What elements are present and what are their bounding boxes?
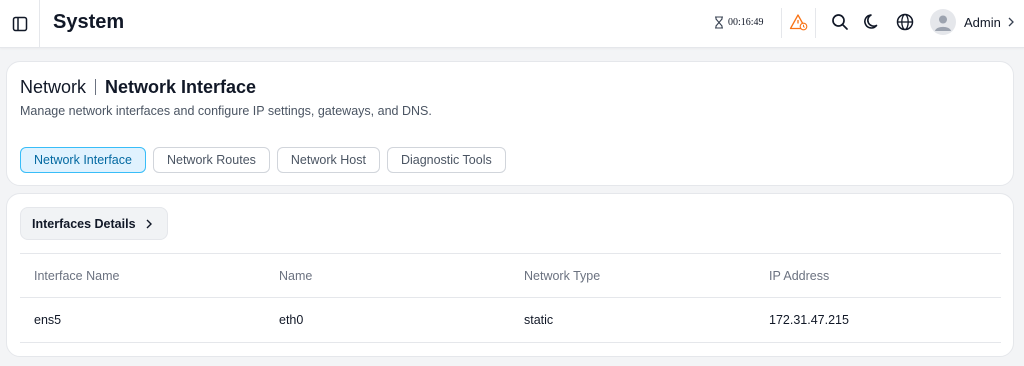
tab-bar: Network Interface Network Routes Network… [20, 147, 506, 173]
search-button[interactable] [829, 11, 851, 33]
divider [781, 8, 782, 38]
user-avatar-icon [935, 15, 951, 31]
tab-network-host[interactable]: Network Host [276, 147, 380, 173]
top-bar: System 00:16:49 Admin [0, 0, 1024, 48]
alerts-button[interactable] [788, 11, 810, 33]
session-timer: 00:16:49 [714, 13, 764, 31]
interfaces-details-toggle[interactable]: Interfaces Details [20, 207, 168, 240]
section-label: Interfaces Details [32, 216, 136, 231]
page-header-card: Network Network Interface Manage network… [6, 61, 1014, 186]
search-icon [832, 14, 848, 30]
theme-toggle-button[interactable] [861, 11, 883, 33]
table-cell: static [524, 313, 554, 327]
language-button[interactable] [894, 11, 916, 33]
chevron-right-icon [146, 219, 152, 228]
timer-value: 00:16:49 [728, 16, 764, 28]
column-header[interactable]: IP Address [755, 269, 1001, 283]
breadcrumb: Network Network Interface [20, 76, 256, 98]
table-cell: 172.31.47.215 [769, 313, 849, 327]
chevron-right-icon [1007, 17, 1015, 27]
table-cell: eth0 [279, 313, 304, 327]
app-title: System [53, 11, 125, 33]
table-header-row: Interface Name Name Network Type IP Addr… [20, 253, 1001, 297]
interfaces-table: Interface Name Name Network Type IP Addr… [20, 253, 1001, 343]
moon-icon [864, 14, 878, 29]
hourglass-icon [715, 15, 723, 29]
column-header[interactable]: Name [265, 269, 510, 283]
page-title: Network Interface [105, 77, 257, 97]
divider [815, 8, 816, 38]
alert-triangle-icon [789, 14, 808, 31]
column-header[interactable]: Network Type [510, 269, 755, 283]
breadcrumb-separator [95, 79, 97, 95]
sidebar-toggle-icon [12, 16, 27, 32]
globe-icon [896, 13, 914, 31]
breadcrumb-parent[interactable]: Network [20, 76, 86, 98]
column-header[interactable]: Interface Name [20, 269, 265, 283]
tab-network-routes[interactable]: Network Routes [152, 147, 270, 173]
avatar [930, 9, 956, 35]
page-subtitle: Manage network interfaces and configure … [20, 104, 432, 118]
table-cell: ens5 [34, 313, 62, 327]
table-row[interactable]: ens5 eth0 static 172.31.47.215 [20, 297, 1001, 343]
user-menu[interactable]: Admin [930, 8, 1015, 36]
user-name: Admin [964, 14, 1001, 30]
tab-diagnostic-tools[interactable]: Diagnostic Tools [386, 147, 506, 173]
sidebar-toggle-button[interactable] [0, 0, 40, 48]
interfaces-card: Interfaces Details Interface Name Name N… [6, 193, 1014, 357]
tab-network-interface[interactable]: Network Interface [20, 147, 146, 173]
